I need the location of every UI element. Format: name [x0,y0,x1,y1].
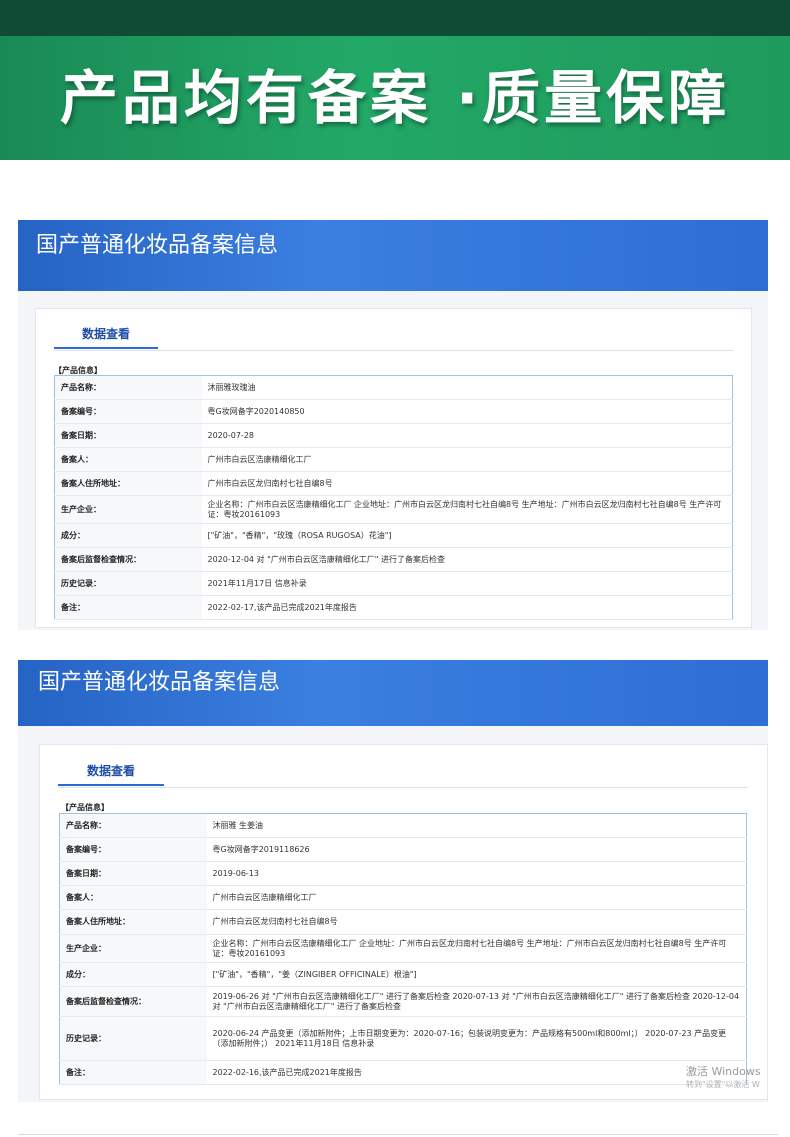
row-value: 广州市白云区龙归南村七社自编8号 [201,471,733,496]
section-body: 数据查看 【产品信息】 产品名称： 沐丽雅玫瑰油 备案编号： 粤G妆网备字202014… [18,291,768,630]
row-value: 广州市白云区浩康精细化工厂 [201,447,733,472]
row-value: 广州市白云区龙归南村七社自编8号 [206,909,747,935]
row-label: 备注： [59,1060,207,1085]
row-value: ["矿油"，"香精"，"玫瑰（ROSA RUGOSA）花油"] [201,523,733,548]
row-value: 2020-07-28 [201,423,733,448]
row-value: 2020-06-24 产品变更（添加新附件；上市日期变更为：2020-07-16… [206,1016,747,1061]
table-row: 成分： ["矿油"，"香精"，"姜（ZINGIBER OFFICINALE）根油"… [59,962,747,987]
table-row: 历史记录： 2021年11月17日 信息补录 [54,571,733,596]
row-value: 企业名称：广州市白云区浩康精细化工厂 企业地址：广州市白云区龙归南村七社自编8号… [206,934,747,963]
row-label: 备注： [54,595,202,620]
row-label: 备案人住所地址： [59,909,207,935]
section-body: 数据查看 【产品信息】 产品名称： 沐丽雅 生姜油 备案编号： 粤G妆网备字20191… [18,726,768,1102]
top-dark-strip [0,0,790,36]
banner: 产品均有备案 ·质量保障 [0,36,790,160]
table-row: 备案后监督检查情况： 2020-12-04 对 "广州市白云区浩康精细化工厂" 进… [54,547,733,572]
row-value: 沐丽雅玫瑰油 [201,375,733,400]
row-label: 备案人： [59,885,207,910]
row-label: 生产企业： [59,934,207,963]
row-value: 粤G妆网备字2020140850 [201,399,733,424]
row-label: 备案日期： [59,861,207,886]
row-value: ["矿油"，"香精"，"姜（ZINGIBER OFFICINALE）根油"] [206,962,747,987]
row-value: 2019-06-13 [206,861,747,886]
row-value: 2022-02-17,该产品已完成2021年度报告 [201,595,733,620]
row-label: 备案后监督检查情况： [59,986,207,1017]
row-label: 备案人： [54,447,202,472]
tab-divider [54,350,734,351]
table-row: 备注： 2022-02-17,该产品已完成2021年度报告 [54,595,733,620]
table-row: 备案日期： 2019-06-13 [59,861,747,886]
product-info-caption: 【产品信息】 [61,803,109,812]
banner-title: 产品均有备案 ·质量保障 [59,64,731,132]
table-row: 产品名称： 沐丽雅 生姜油 [59,813,747,838]
product-info-table: 产品名称： 沐丽雅 生姜油 备案编号： 粤G妆网备字2019118626 备案日期： 20… [59,813,747,1085]
row-label: 备案日期： [54,423,202,448]
row-label: 备案人住所地址： [54,471,202,496]
table-row: 备案编号： 粤G妆网备字2019118626 [59,837,747,862]
table-row: 备案后监督检查情况： 2019-06-26 对 "广州市白云区浩康精细化工厂" 进… [59,986,747,1017]
product-info-table: 产品名称： 沐丽雅玫瑰油 备案编号： 粤G妆网备字2020140850 备案日期： 202… [54,375,733,620]
row-label: 产品名称： [59,813,207,838]
tab-data-view[interactable]: 数据查看 [54,319,158,349]
record-section-2: 国产普通化妆品备案信息 数据查看 【产品信息】 产品名称： 沐丽雅 生姜油 备案编号… [0,660,790,1105]
windows-activation-hint: 转到"设置"以激活 W [686,1080,760,1089]
table-row: 备案编号： 粤G妆网备字2020140850 [54,399,733,424]
table-row: 备注： 2022-02-16,该产品已完成2021年度报告 [59,1060,747,1085]
record-section-1: 国产普通化妆品备案信息 数据查看 【产品信息】 产品名称： 沐丽雅玫瑰油 备案编号：… [0,220,790,630]
tab-divider [58,787,748,788]
table-row: 成分： ["矿油"，"香精"，"玫瑰（ROSA RUGOSA）花油"] [54,523,733,548]
row-label: 生产企业： [54,495,202,524]
table-row: 生产企业： 企业名称：广州市白云区浩康精细化工厂 企业地址：广州市白云区龙归南村七… [59,934,747,963]
row-value: 企业名称：广州市白云区浩康精细化工厂 企业地址：广州市白云区龙归南村七社自编8号… [201,495,733,524]
row-value: 广州市白云区浩康精细化工厂 [206,885,747,910]
row-value: 沐丽雅 生姜油 [206,813,747,838]
row-label: 成分： [54,523,202,548]
tab-data-view[interactable]: 数据查看 [58,756,164,786]
section-header: 国产普通化妆品备案信息 [18,220,768,291]
row-label: 历史记录： [59,1016,207,1061]
row-label: 备案编号： [59,837,207,862]
table-row: 备案人： 广州市白云区浩康精细化工厂 [54,447,733,472]
row-label: 成分： [59,962,207,987]
table-row: 生产企业： 企业名称：广州市白云区浩康精细化工厂 企业地址：广州市白云区龙归南村七… [54,495,733,524]
section-header: 国产普通化妆品备案信息 [18,660,768,726]
row-value: 2022-02-16,该产品已完成2021年度报告 [206,1060,747,1085]
row-label: 备案编号： [54,399,202,424]
row-value: 2021年11月17日 信息补录 [201,571,733,596]
section-title: 国产普通化妆品备案信息 [38,670,281,695]
table-row: 备案人： 广州市白云区浩康精细化工厂 [59,885,747,910]
section-title: 国产普通化妆品备案信息 [36,233,279,258]
table-row: 备案人住所地址： 广州市白云区龙归南村七社自编8号 [59,909,747,935]
table-row: 备案日期： 2020-07-28 [54,423,733,448]
table-row: 历史记录： 2020-06-24 产品变更（添加新附件；上市日期变更为：2020-… [59,1016,747,1061]
table-row: 产品名称： 沐丽雅玫瑰油 [54,375,733,400]
row-label: 历史记录： [54,571,202,596]
data-panel: 数据查看 【产品信息】 产品名称： 沐丽雅 生姜油 备案编号： 粤G妆网备字20191… [39,744,768,1100]
row-label: 产品名称： [54,375,202,400]
data-panel: 数据查看 【产品信息】 产品名称： 沐丽雅玫瑰油 备案编号： 粤G妆网备字202014… [35,308,752,628]
windows-activation-watermark: 激活 Windows [686,1065,761,1078]
row-value: 粤G妆网备字2019118626 [206,837,747,862]
row-label: 备案后监督检查情况： [54,547,202,572]
row-value: 2020-12-04 对 "广州市白云区浩康精细化工厂" 进行了备案后检查 [201,547,733,572]
bottom-divider [18,1134,778,1135]
row-value: 2019-06-26 对 "广州市白云区浩康精细化工厂" 进行了备案后检查 20… [206,986,747,1017]
table-row: 备案人住所地址： 广州市白云区龙归南村七社自编8号 [54,471,733,496]
